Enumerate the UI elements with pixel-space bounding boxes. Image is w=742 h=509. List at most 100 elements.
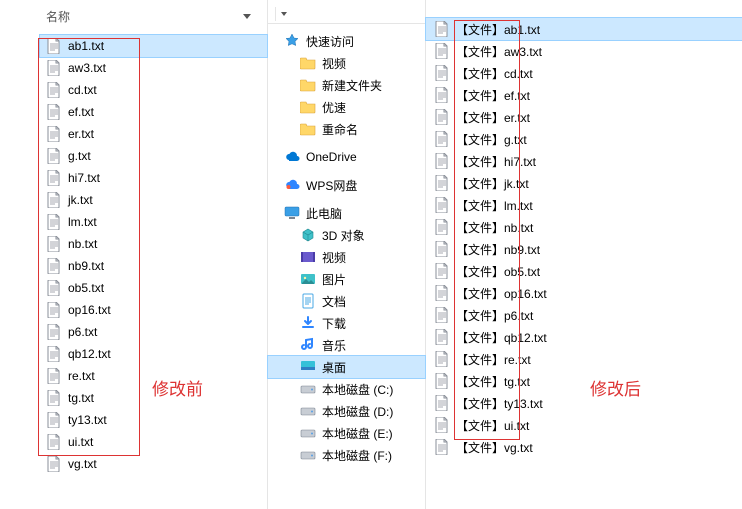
file-item[interactable]: 【文件】qb12.txt: [426, 326, 742, 348]
file-item[interactable]: ty13.txt: [40, 409, 267, 431]
file-item[interactable]: 【文件】nb9.txt: [426, 238, 742, 260]
nav-item-快速访问[interactable]: 快速访问: [268, 30, 425, 52]
file-item[interactable]: ui.txt: [40, 431, 267, 453]
file-item[interactable]: 【文件】op16.txt: [426, 282, 742, 304]
file-item[interactable]: ob5.txt: [40, 277, 267, 299]
file-item[interactable]: 【文件】tg.txt: [426, 370, 742, 392]
file-icon: [434, 241, 450, 257]
file-icon: [434, 417, 450, 433]
nav-item-此电脑[interactable]: 此电脑: [268, 202, 425, 224]
videos-icon: [300, 249, 316, 265]
file-icon: [434, 197, 450, 213]
file-name: lm.txt: [68, 215, 97, 229]
column-header-label: 名称: [46, 8, 70, 25]
file-item[interactable]: 【文件】hi7.txt: [426, 150, 742, 172]
separator: [275, 7, 276, 21]
file-item[interactable]: aw3.txt: [40, 57, 267, 79]
file-item[interactable]: 【文件】p6.txt: [426, 304, 742, 326]
file-item[interactable]: g.txt: [40, 145, 267, 167]
file-icon: [46, 390, 62, 406]
file-item[interactable]: ab1.txt: [40, 35, 267, 57]
nav-item-label: 音乐: [322, 337, 346, 354]
nav-item-图片[interactable]: 图片: [268, 268, 425, 290]
nav-item-OneDrive[interactable]: OneDrive: [268, 146, 425, 168]
file-item[interactable]: 【文件】ab1.txt: [426, 18, 742, 40]
nav-item-label: 本地磁盘 (E:): [322, 425, 393, 442]
file-item[interactable]: 【文件】g.txt: [426, 128, 742, 150]
file-item[interactable]: qb12.txt: [40, 343, 267, 365]
file-item[interactable]: 【文件】ui.txt: [426, 414, 742, 436]
file-item[interactable]: re.txt: [40, 365, 267, 387]
file-item[interactable]: 【文件】nb.txt: [426, 216, 742, 238]
file-item[interactable]: lm.txt: [40, 211, 267, 233]
file-item[interactable]: jk.txt: [40, 189, 267, 211]
nav-item-优速[interactable]: 优速: [268, 96, 425, 118]
file-item[interactable]: ef.txt: [40, 101, 267, 123]
file-icon: [46, 434, 62, 450]
file-icon: [434, 87, 450, 103]
file-icon: [434, 329, 450, 345]
file-item[interactable]: 【文件】jk.txt: [426, 172, 742, 194]
nav-item-文档[interactable]: 文档: [268, 290, 425, 312]
file-item[interactable]: 【文件】ob5.txt: [426, 260, 742, 282]
nav-item-WPS网盘[interactable]: WPS网盘: [268, 174, 425, 196]
nav-item-label: 本地磁盘 (C:): [322, 381, 393, 398]
file-item[interactable]: tg.txt: [40, 387, 267, 409]
file-item[interactable]: 【文件】cd.txt: [426, 62, 742, 84]
nav-item-视频[interactable]: 视频: [268, 246, 425, 268]
file-item[interactable]: op16.txt: [40, 299, 267, 321]
file-icon: [46, 148, 62, 164]
nav-item-本地磁盘 (C:)[interactable]: 本地磁盘 (C:): [268, 378, 425, 400]
nav-item-桌面[interactable]: 桌面: [268, 356, 425, 378]
file-name: re.txt: [68, 369, 95, 383]
file-name: p6.txt: [68, 325, 97, 339]
nav-item-本地磁盘 (E:)[interactable]: 本地磁盘 (E:): [268, 422, 425, 444]
file-icon: [434, 373, 450, 389]
file-item[interactable]: 【文件】re.txt: [426, 348, 742, 370]
file-name: 【文件】lm.txt: [456, 197, 533, 214]
file-item[interactable]: 【文件】lm.txt: [426, 194, 742, 216]
nav-item-重命名[interactable]: 重命名: [268, 118, 425, 140]
file-icon: [46, 82, 62, 98]
nav-item-新建文件夹[interactable]: 新建文件夹: [268, 74, 425, 96]
file-icon: [434, 263, 450, 279]
downloads-icon: [300, 315, 316, 331]
nav-item-label: 新建文件夹: [322, 77, 382, 94]
monitor-icon: [284, 205, 300, 221]
file-name: nb9.txt: [68, 259, 104, 273]
nav-item-下载[interactable]: 下载: [268, 312, 425, 334]
drive-icon: [300, 381, 316, 397]
file-item[interactable]: 【文件】ef.txt: [426, 84, 742, 106]
nav-item-视频[interactable]: 视频: [268, 52, 425, 74]
nav-item-label: OneDrive: [306, 150, 357, 164]
file-item[interactable]: p6.txt: [40, 321, 267, 343]
file-item[interactable]: cd.txt: [40, 79, 267, 101]
nav-item-本地磁盘 (D:)[interactable]: 本地磁盘 (D:): [268, 400, 425, 422]
nav-item-音乐[interactable]: 音乐: [268, 334, 425, 356]
file-icon: [46, 192, 62, 208]
chevron-down-icon: [243, 14, 251, 19]
nav-item-本地磁盘 (F:)[interactable]: 本地磁盘 (F:): [268, 444, 425, 466]
navigation-pane: 快速访问视频新建文件夹优速重命名OneDriveWPS网盘此电脑3D 对象视频图…: [268, 0, 426, 509]
nav-item-3D 对象[interactable]: 3D 对象: [268, 224, 425, 246]
nav-item-label: 本地磁盘 (D:): [322, 403, 393, 420]
file-icon: [434, 351, 450, 367]
file-icon: [46, 126, 62, 142]
file-name: ui.txt: [68, 435, 93, 449]
file-name: ty13.txt: [68, 413, 107, 427]
file-item[interactable]: vg.txt: [40, 453, 267, 475]
file-icon: [434, 153, 450, 169]
file-item[interactable]: hi7.txt: [40, 167, 267, 189]
chevron-down-icon[interactable]: [281, 12, 287, 16]
file-item[interactable]: 【文件】vg.txt: [426, 436, 742, 458]
file-item[interactable]: 【文件】ty13.txt: [426, 392, 742, 414]
file-item[interactable]: nb.txt: [40, 233, 267, 255]
file-item[interactable]: nb9.txt: [40, 255, 267, 277]
file-icon: [434, 131, 450, 147]
column-header-name[interactable]: 名称: [0, 4, 267, 29]
file-item[interactable]: 【文件】er.txt: [426, 106, 742, 128]
pictures-icon: [300, 271, 316, 287]
file-item[interactable]: 【文件】aw3.txt: [426, 40, 742, 62]
file-item[interactable]: er.txt: [40, 123, 267, 145]
file-name: 【文件】nb.txt: [456, 219, 533, 236]
